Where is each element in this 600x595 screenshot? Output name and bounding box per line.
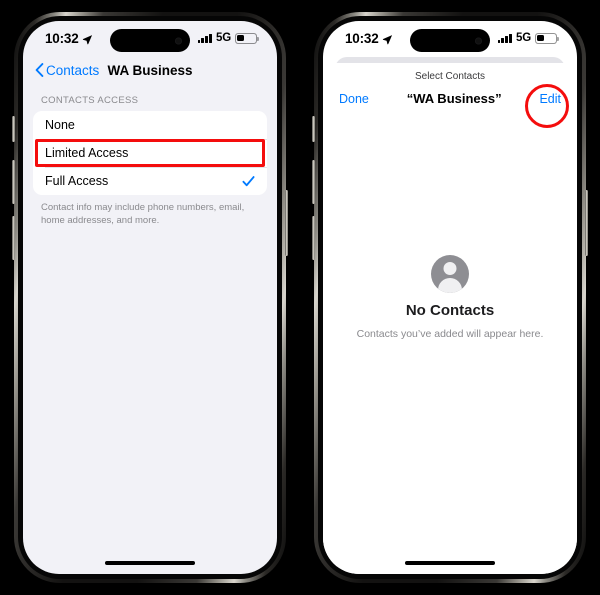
option-row-full-access[interactable]: Full Access: [33, 167, 267, 195]
cellular-bars-icon-right: [497, 33, 513, 43]
dynamic-island-right: [410, 29, 490, 52]
home-indicator-right[interactable]: [405, 561, 495, 565]
select-contacts-sheet: Select Contacts Done “WA Business” Edit …: [323, 63, 577, 574]
access-footnote: Contact info may include phone numbers, …: [41, 202, 245, 226]
checkmark-icon: [242, 175, 255, 188]
sheet-header-title: Select Contacts: [414, 71, 486, 82]
battery-icon-right: [535, 32, 560, 44]
back-button-label: Contacts: [46, 62, 100, 78]
chevron-left-icon: [35, 63, 44, 77]
network-type-label-right: 5G: [516, 32, 531, 44]
network-type-label: 5G: [216, 32, 231, 44]
location-arrow-icon: [82, 33, 93, 44]
sheet-stack: Select Contacts Done “WA Business” Edit …: [323, 57, 577, 574]
option-label-full-access: Full Access: [45, 174, 109, 188]
iphone-left: 10:32 5G Contacts WA Business CONTACTS A…: [12, 12, 288, 583]
person-avatar-icon: [431, 255, 469, 293]
done-button[interactable]: Done: [339, 92, 369, 106]
sheet-toolbar: Done “WA Business” Edit: [323, 82, 577, 106]
option-row-limited-access[interactable]: Limited Access: [33, 139, 267, 167]
option-label-none: None: [45, 118, 75, 132]
sheet-app-title: “WA Business”: [406, 91, 502, 106]
status-time-right: 10:32: [345, 31, 393, 46]
power-button[interactable]: [285, 190, 288, 256]
right-screen: 10:32 5G Select Contacts Done “WA Busine…: [323, 21, 577, 574]
volume-down-button[interactable]: [12, 216, 15, 260]
status-bar-right: 10:32 5G: [323, 21, 577, 55]
option-row-none[interactable]: None: [33, 111, 267, 139]
option-label-limited-access: Limited Access: [45, 146, 129, 160]
empty-state-title: No Contacts: [405, 302, 495, 319]
volume-up-button-right[interactable]: [312, 160, 315, 204]
status-indicators-left: 5G: [197, 32, 260, 44]
status-time-text: 10:32: [45, 30, 79, 46]
status-indicators-right: 5G: [497, 32, 560, 44]
home-indicator-left[interactable]: [105, 561, 195, 565]
left-screen: 10:32 5G Contacts WA Business CONTACTS A…: [23, 21, 277, 574]
status-time-text-right: 10:32: [345, 30, 379, 46]
back-button-contacts[interactable]: Contacts: [35, 63, 99, 78]
contacts-access-option-group: None Limited Access Full Access: [33, 111, 267, 195]
volume-up-button[interactable]: [12, 160, 15, 204]
navigation-bar: Contacts WA Business: [23, 55, 277, 85]
dynamic-island: [110, 29, 190, 52]
empty-state-subtitle: Contacts you’ve added will appear here.: [356, 328, 544, 340]
volume-down-button-right[interactable]: [312, 216, 315, 260]
status-bar-left: 10:32 5G: [23, 21, 277, 55]
power-button-right[interactable]: [585, 190, 588, 256]
screenshot-stage: 10:32 5G Contacts WA Business CONTACTS A…: [0, 0, 600, 595]
battery-icon: [235, 32, 260, 44]
iphone-right: 10:32 5G Select Contacts Done “WA Busine…: [312, 12, 588, 583]
location-arrow-icon-right: [382, 33, 393, 44]
action-button[interactable]: [12, 116, 15, 142]
empty-state: No Contacts Contacts you’ve added will a…: [323, 255, 577, 340]
cellular-bars-icon: [197, 33, 213, 43]
action-button-right[interactable]: [312, 116, 315, 142]
status-time-left: 10:32: [45, 31, 93, 46]
edit-button[interactable]: Edit: [539, 92, 561, 106]
section-header-contacts-access: CONTACTS ACCESS: [41, 95, 139, 106]
